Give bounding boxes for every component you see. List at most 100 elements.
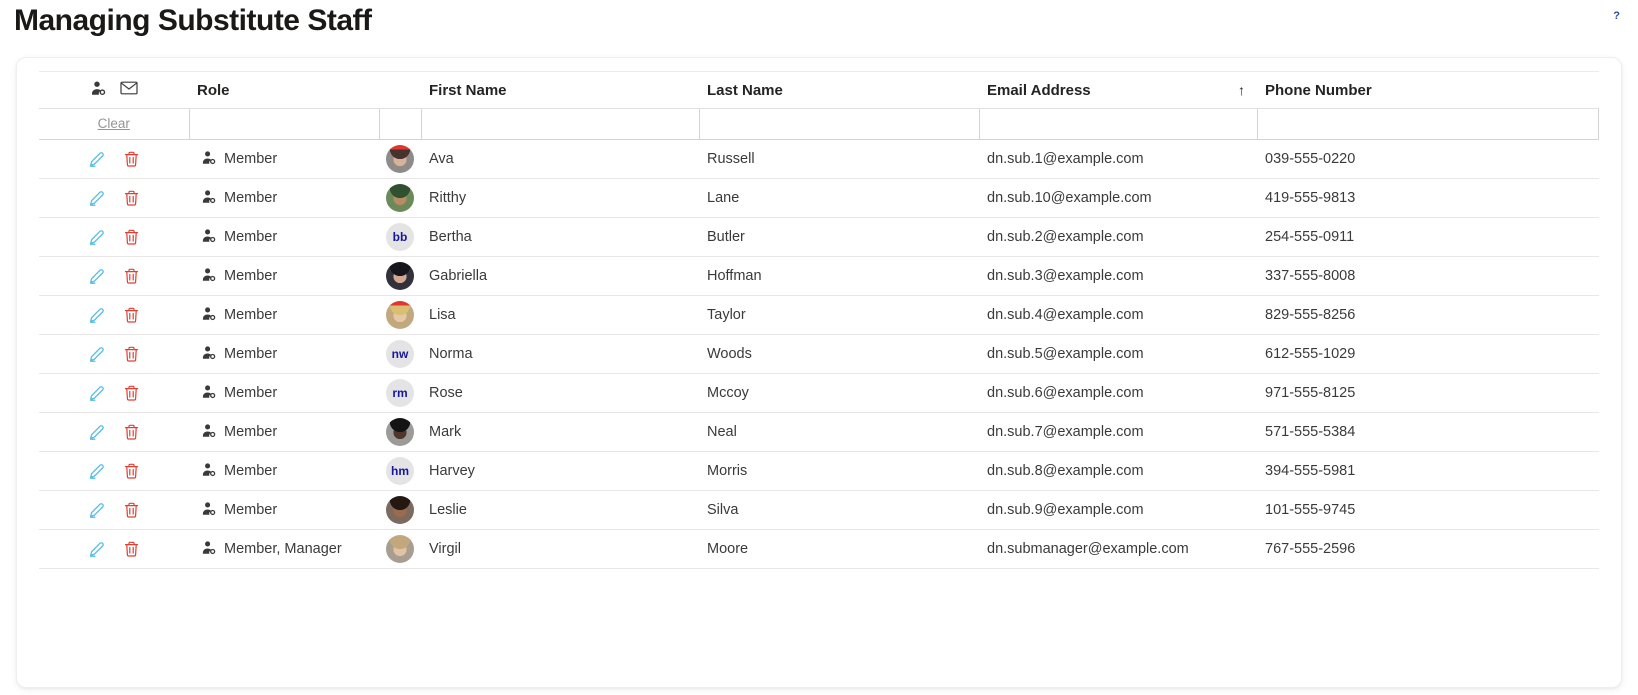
phone-cell: 039-555-0220 [1257,139,1599,179]
first-name-cell: Ritthy [421,178,699,218]
role-label: Member [224,307,278,323]
person-badge-icon [201,306,217,325]
email-cell: dn.sub.8@example.com [979,451,1257,491]
email-filter-input[interactable] [979,109,1257,139]
staff-table-card: Role First Name Last Name Email Address … [16,57,1622,688]
first-name-cell: Bertha [421,217,699,257]
delete-button[interactable] [122,305,141,325]
avatar-photo [386,496,414,524]
phone-cell: 612-555-1029 [1257,334,1599,374]
column-header-role[interactable]: Role [189,71,379,109]
row-actions-cell [39,373,189,413]
table-filter-row: Clear [39,108,1599,140]
person-badge-icon [201,189,217,208]
column-header-avatar [379,71,421,109]
role-cell: Member [189,139,379,179]
person-badge-icon [201,267,217,286]
row-actions-cell [39,334,189,374]
avatar-filter-cell [378,108,422,140]
avatar-cell: hm [379,451,421,491]
first-name-cell: Norma [421,334,699,374]
delete-button[interactable] [122,188,141,208]
delete-button[interactable] [122,500,141,520]
role-label: Member [224,502,278,518]
actions-column-header [39,71,189,109]
avatar-cell [379,412,421,452]
edit-button[interactable] [87,500,107,520]
avatar-initials: rm [386,379,414,407]
table-row: Member, Manager Virgil Moore dn.submanag… [39,529,1599,569]
avatar-cell [379,490,421,530]
edit-button[interactable] [87,422,107,442]
delete-button[interactable] [122,383,141,403]
role-cell: Member [189,373,379,413]
column-header-first-name[interactable]: First Name [421,71,699,109]
last-name-cell: Lane [699,178,979,218]
edit-button[interactable] [87,305,107,325]
avatar-cell [379,139,421,179]
column-header-phone[interactable]: Phone Number [1257,71,1599,109]
table-header-row: Role First Name Last Name Email Address … [39,71,1599,109]
table-row: Member Gabriella Hoffman dn.sub.3@exampl… [39,256,1599,296]
edit-button[interactable] [87,149,107,169]
first-name-filter-input[interactable] [421,109,699,139]
row-actions-cell [39,178,189,218]
avatar-photo [386,301,414,329]
role-filter-input[interactable] [189,109,379,139]
first-name-cell: Harvey [421,451,699,491]
phone-cell: 337-555-8008 [1257,256,1599,296]
first-name-cell: Lisa [421,295,699,335]
table-row: Member Leslie Silva dn.sub.9@example.com… [39,490,1599,530]
avatar-initials: hm [386,457,414,485]
email-cell: dn.sub.6@example.com [979,373,1257,413]
delete-button[interactable] [122,227,141,247]
first-name-cell: Rose [421,373,699,413]
sort-ascending-icon[interactable]: ↑ [1238,82,1249,98]
page-header: Managing Substitute Staff ? [0,0,1638,57]
last-name-cell: Silva [699,490,979,530]
avatar-cell [379,529,421,569]
person-badge-icon [201,228,217,247]
column-header-last-name[interactable]: Last Name [699,71,979,109]
role-label: Member [224,346,278,362]
delete-button[interactable] [122,422,141,442]
edit-button[interactable] [87,461,107,481]
clear-filters-link[interactable]: Clear [98,116,130,131]
edit-button[interactable] [87,227,107,247]
delete-button[interactable] [122,461,141,481]
row-actions-cell [39,529,189,569]
edit-button[interactable] [87,344,107,364]
last-name-cell: Neal [699,412,979,452]
phone-filter-cell [1256,108,1599,140]
first-name-cell: Leslie [421,490,699,530]
column-header-email[interactable]: Email Address ↑ [979,71,1257,109]
person-badge-icon [90,80,107,96]
role-label: Member [224,268,278,284]
row-actions-cell [39,256,189,296]
table-row: Member hm Harvey Morris dn.sub.8@example… [39,451,1599,491]
edit-button[interactable] [87,539,107,559]
delete-button[interactable] [122,539,141,559]
last-name-cell: Russell [699,139,979,179]
email-header-label: Email Address [987,81,1091,99]
role-cell: Member [189,451,379,491]
table-row: Member rm Rose Mccoy dn.sub.6@example.co… [39,373,1599,413]
avatar-cell [379,256,421,296]
email-cell: dn.sub.9@example.com [979,490,1257,530]
avatar-photo [386,145,414,173]
delete-button[interactable] [122,344,141,364]
page-title: Managing Substitute Staff [14,4,372,37]
edit-button[interactable] [87,266,107,286]
person-badge-icon [201,384,217,403]
phone-filter-input[interactable] [1257,109,1598,139]
last-name-cell: Taylor [699,295,979,335]
delete-button[interactable] [122,149,141,169]
edit-button[interactable] [87,383,107,403]
help-icon[interactable]: ? [1613,10,1620,22]
delete-button[interactable] [122,266,141,286]
staff-table: Role First Name Last Name Email Address … [39,71,1599,569]
email-cell: dn.sub.4@example.com [979,295,1257,335]
last-name-filter-input[interactable] [699,109,979,139]
edit-button[interactable] [87,188,107,208]
avatar-cell: rm [379,373,421,413]
